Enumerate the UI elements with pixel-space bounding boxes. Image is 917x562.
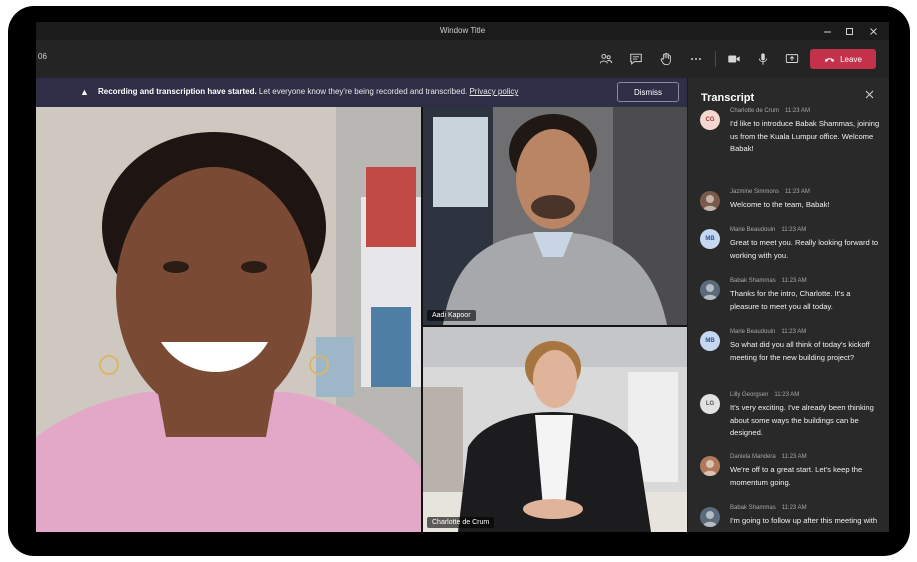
transcript-entry: CG Charlotte de Crum 11:23 AM I'd like to… — [700, 108, 884, 160]
more-icon — [691, 58, 701, 60]
entry-meta: Babak Shammas 11:23 AM — [730, 278, 807, 284]
entry-text: I'd like to introduce Babak Shammas, joi… — [730, 119, 880, 153]
transcript-entry: Babak Shammas 11:23 AM Thanks for the int… — [700, 278, 884, 318]
speaker-name: Jazmine Simmons — [730, 189, 780, 195]
maximize-icon — [845, 27, 853, 35]
video-stage: Aadi Kapoor Charlotte de Crum — [36, 107, 687, 532]
close-icon — [869, 27, 877, 35]
close-transcript-button[interactable] — [865, 90, 874, 102]
banner-title: Recording and transcription have started… — [98, 87, 257, 96]
entry-text: Thanks for the intro, Charlotte. It's a … — [730, 289, 851, 311]
avatar: CG — [700, 110, 720, 130]
speaker-name: Marie Beaudouin — [730, 227, 776, 233]
privacy-policy-link[interactable]: Privacy policy — [469, 87, 518, 96]
leave-label: Leave — [840, 54, 862, 64]
entry-meta: Babak Shammas 11:23 AM — [730, 505, 807, 511]
transcript-entry: Daniela Mandera 11:23 AM We're off to a g… — [700, 454, 884, 494]
avatar — [700, 456, 720, 476]
entry-text: It's very exciting. I've already been th… — [730, 403, 874, 437]
chat-button[interactable] — [625, 49, 647, 69]
window-title: Window Title — [439, 26, 486, 35]
participant-video-aadi — [423, 107, 687, 325]
entry-time: 11:23 AM — [785, 189, 810, 195]
camera-button[interactable] — [723, 49, 745, 69]
participant-name-label: Aadi Kapoor — [427, 310, 476, 321]
participant-video-main — [36, 107, 421, 532]
meeting-window: Window Title 06 Leave ▲ Recording and tr… — [36, 22, 889, 532]
speaker-name: Daniela Mandera — [730, 454, 776, 460]
speaker-name: Lilly Georgsen — [730, 392, 769, 398]
chat-icon — [630, 53, 642, 65]
participant-name-label: Charlotte de Crum — [427, 517, 495, 528]
more-options-button[interactable] — [685, 49, 707, 69]
meeting-timer: 06 — [38, 52, 47, 61]
entry-time: 11:23 AM — [781, 454, 807, 460]
participant-video-charlotte — [423, 327, 687, 532]
entry-text: I'm going to follow up after this meetin… — [730, 516, 878, 525]
leave-button[interactable]: Leave — [810, 49, 876, 69]
banner-message: Recording and transcription have started… — [98, 87, 518, 96]
video-tile-aadi[interactable]: Aadi Kapoor — [423, 107, 687, 325]
raise-hand-icon — [660, 52, 671, 66]
recording-banner: ▲ Recording and transcription have start… — [36, 78, 687, 107]
avatar: LG — [700, 394, 720, 414]
entry-time: 11:23 AM — [781, 329, 807, 335]
camera-icon — [728, 55, 740, 63]
microphone-button[interactable] — [752, 49, 774, 69]
avatar — [700, 280, 720, 300]
speaker-name: Babak Shammas — [730, 505, 776, 511]
entry-meta: Lilly Georgsen 11:23 AM — [730, 392, 799, 398]
banner-text: Let everyone know they're being recorded… — [256, 87, 470, 96]
title-bar: Window Title — [36, 22, 889, 40]
minimize-icon — [823, 31, 831, 32]
entry-meta: Jazmine Simmons 11:23 AM — [730, 189, 810, 195]
mic-icon — [758, 53, 768, 65]
share-icon — [785, 54, 799, 63]
entry-text: We're off to a great start. Let's keep t… — [730, 465, 863, 487]
entry-time: 11:23 AM — [781, 278, 807, 284]
entry-text: Welcome to the team, Babak! — [730, 200, 830, 209]
avatar: MB — [700, 229, 720, 249]
meeting-toolbar: 06 Leave — [36, 40, 889, 78]
close-window-button[interactable] — [858, 23, 888, 39]
entry-meta: Marie Beaudouin 11:23 AM — [730, 227, 806, 233]
avatar — [700, 191, 720, 211]
hang-up-icon — [824, 57, 835, 62]
video-tile-main[interactable] — [36, 107, 421, 532]
transcript-panel: Transcript CG Charlotte de Crum 11:23 AM … — [687, 78, 889, 532]
people-icon — [599, 53, 613, 64]
transcript-entry: Babak Shammas 11:23 AM I'm going to follo… — [700, 505, 884, 532]
warning-icon: ▲ — [80, 87, 89, 97]
participants-button[interactable] — [595, 49, 617, 69]
avatar — [700, 507, 720, 527]
entry-time: 11:23 AM — [774, 392, 800, 398]
toolbar-divider — [715, 51, 716, 67]
speaker-name: Babak Shammas — [730, 278, 776, 284]
avatar: MB — [700, 331, 720, 351]
transcript-entry: MB Marie Beaudouin 11:23 AM So what did y… — [700, 329, 884, 381]
share-screen-button[interactable] — [781, 49, 803, 69]
dismiss-button[interactable]: Dismiss — [617, 82, 679, 102]
speaker-name: Marie Beaudouin — [730, 329, 776, 335]
transcript-entry: MB Marie Beaudouin 11:23 AM Great to meet… — [700, 227, 884, 267]
entry-meta: Marie Beaudouin 11:23 AM — [730, 329, 806, 335]
entry-time: 11:23 AM — [785, 108, 810, 114]
close-icon — [865, 90, 874, 99]
entry-meta: Daniela Mandera 11:23 AM — [730, 454, 807, 460]
transcript-title: Transcript — [701, 92, 755, 104]
transcript-entry: Jazmine Simmons 11:23 AM Welcome to the t… — [700, 189, 884, 217]
entry-text: So what did you all think of today's kic… — [730, 340, 870, 362]
entry-time: 11:23 AM — [781, 227, 807, 233]
entry-time: 11:23 AM — [781, 505, 807, 511]
transcript-entry: LG Lilly Georgsen 11:23 AM It's very exci… — [700, 392, 884, 444]
entry-text: Great to meet you. Really looking forwar… — [730, 238, 879, 260]
video-tile-charlotte[interactable]: Charlotte de Crum — [423, 327, 687, 532]
raise-hand-button[interactable] — [655, 49, 677, 69]
speaker-name: Charlotte de Crum — [730, 108, 780, 114]
entry-meta: Charlotte de Crum 11:23 AM — [730, 108, 810, 114]
